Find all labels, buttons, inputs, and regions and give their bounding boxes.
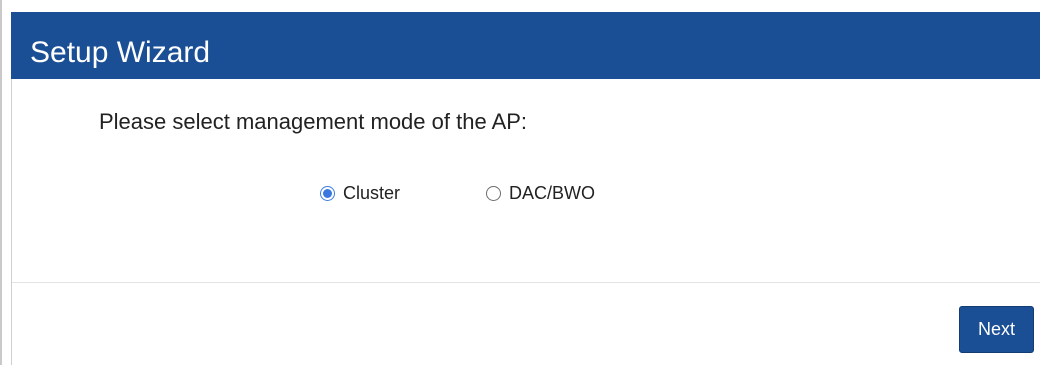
wizard-title: Setup Wizard [30,36,211,69]
dac-bwo-radio-button[interactable] [486,185,502,201]
setup-wizard-dialog: Setup Wizard Please select management mo… [0,0,1040,365]
next-button[interactable]: Next [959,306,1034,353]
management-mode-radio-group: Cluster DAC/BWO [320,181,595,205]
management-mode-prompt: Please select management mode of the AP: [99,109,528,134]
dialog-left-border [11,79,12,365]
top-margin [2,0,1040,12]
radio-option-dac-bwo[interactable]: DAC/BWO [486,182,595,204]
cluster-radio-button[interactable] [320,185,335,201]
wizard-header: Setup Wizard [11,12,1040,79]
footer-divider [12,282,1040,283]
radio-option-cluster[interactable]: Cluster [320,182,400,204]
dac-bwo-radio-label[interactable]: DAC/BWO [509,182,595,204]
cluster-radio-label[interactable]: Cluster [343,182,400,204]
